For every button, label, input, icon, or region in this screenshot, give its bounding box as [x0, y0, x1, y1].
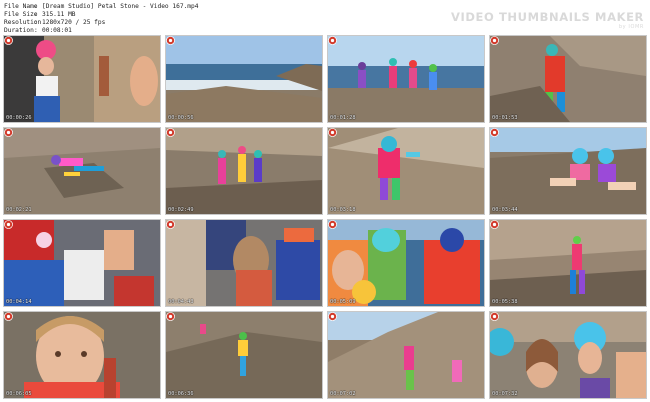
studio-logo-icon [328, 220, 337, 229]
studio-logo-icon [328, 128, 337, 137]
thumbnail-frame [328, 128, 484, 214]
file-name-value: [Dream Studio] Petal Stone - Video 167.m… [42, 3, 199, 10]
thumbnail-timestamp: 00:03:44 [492, 207, 518, 213]
resolution-key: Resolution [4, 19, 42, 26]
video-thumbnail: 00:01:53 [490, 36, 646, 122]
thumbnail-grid: 00:00:26 00:00:56 00:01:28 00:01:53 00:02:21… [4, 36, 646, 398]
thumbnail-frame [166, 128, 322, 214]
video-thumbnail: 00:02:49 [166, 128, 322, 214]
thumbnail-timestamp: 00:02:21 [6, 207, 32, 213]
studio-logo-icon [328, 36, 337, 45]
file-name-row: File Name: [Dream Studio] Petal Stone - V… [4, 3, 198, 11]
thumbnail-frame [4, 128, 160, 214]
thumbnail-timestamp: 00:07:32 [492, 391, 518, 397]
studio-logo-icon [490, 312, 499, 321]
video-thumbnail: 00:04:14 [4, 220, 160, 306]
watermark: VIDEO THUMBNAILS MAKER by IOMR [451, 10, 644, 30]
video-thumbnail: 00:04:43 [166, 220, 322, 306]
video-thumbnail: 00:03:44 [490, 128, 646, 214]
duration-key: Duration [4, 27, 34, 34]
thumbnail-frame [166, 36, 322, 122]
resolution-value: 1280x720 / 25 fps [42, 19, 106, 26]
thumbnail-frame [490, 220, 646, 306]
studio-logo-icon [166, 36, 175, 45]
studio-logo-icon [328, 312, 337, 321]
video-thumbnail: 00:07:02 [328, 312, 484, 398]
thumbnail-frame [4, 312, 160, 398]
file-size-key: File Size [4, 11, 38, 18]
thumbnail-timestamp: 00:00:26 [6, 115, 32, 121]
thumbnail-timestamp: 00:01:28 [330, 115, 356, 121]
watermark-subtitle: by IOMR [618, 24, 644, 30]
studio-logo-icon [490, 220, 499, 229]
resolution-row: Resolution: 1280x720 / 25 fps [4, 19, 198, 27]
studio-logo-icon [490, 128, 499, 137]
thumbnail-frame [490, 128, 646, 214]
video-thumbnail: 00:05:09 [328, 220, 484, 306]
thumbnail-frame [4, 36, 160, 122]
studio-logo-icon [166, 220, 175, 229]
thumbnail-timestamp: 00:00:56 [168, 115, 194, 121]
thumbnail-timestamp: 00:04:43 [168, 299, 194, 305]
thumbnail-frame [4, 220, 160, 306]
studio-logo-icon [166, 128, 175, 137]
thumbnail-timestamp: 00:05:09 [330, 299, 356, 305]
studio-logo-icon [4, 220, 13, 229]
thumbnail-timestamp: 00:06:36 [168, 391, 194, 397]
thumbnail-frame [166, 220, 322, 306]
thumbnail-frame [328, 220, 484, 306]
studio-logo-icon [4, 312, 13, 321]
video-thumbnail: 00:06:05 [4, 312, 160, 398]
thumbnail-timestamp: 00:06:05 [6, 391, 32, 397]
video-thumbnail: 00:02:21 [4, 128, 160, 214]
file-info: File Name: [Dream Studio] Petal Stone - V… [4, 3, 198, 35]
studio-logo-icon [4, 36, 13, 45]
file-size-row: File Size: 315.11 MB [4, 11, 198, 19]
video-thumbnail: 00:07:32 [490, 312, 646, 398]
studio-logo-icon [490, 36, 499, 45]
thumbnail-timestamp: 00:02:49 [168, 207, 194, 213]
separator: : [34, 19, 38, 26]
video-thumbnail: 00:01:28 [328, 36, 484, 122]
video-thumbnail: 00:00:26 [4, 36, 160, 122]
duration-value: 00:08:01 [42, 27, 72, 34]
thumbnail-frame [166, 312, 322, 398]
thumbnail-timestamp: 00:04:14 [6, 299, 32, 305]
thumbnail-frame [328, 312, 484, 398]
video-thumbnail: 00:03:18 [328, 128, 484, 214]
thumbnail-frame [490, 36, 646, 122]
file-name-key: File Name [4, 3, 38, 10]
video-thumbnail: 00:00:56 [166, 36, 322, 122]
thumbnail-timestamp: 00:03:18 [330, 207, 356, 213]
separator: : [34, 3, 38, 10]
thumbnail-timestamp: 00:01:53 [492, 115, 518, 121]
thumbnail-frame [490, 312, 646, 398]
thumbnail-timestamp: 00:05:38 [492, 299, 518, 305]
duration-row: Duration: 00:08:01 [4, 27, 198, 35]
video-thumbnail: 00:06:36 [166, 312, 322, 398]
thumbnail-frame [328, 36, 484, 122]
separator: : [34, 11, 38, 18]
file-size-value: 315.11 MB [42, 11, 76, 18]
studio-logo-icon [166, 312, 175, 321]
thumbnail-timestamp: 00:07:02 [330, 391, 356, 397]
studio-logo-icon [4, 128, 13, 137]
separator: : [34, 27, 38, 34]
video-thumbnail: 00:05:38 [490, 220, 646, 306]
watermark-title: VIDEO THUMBNAILS MAKER [451, 10, 644, 24]
